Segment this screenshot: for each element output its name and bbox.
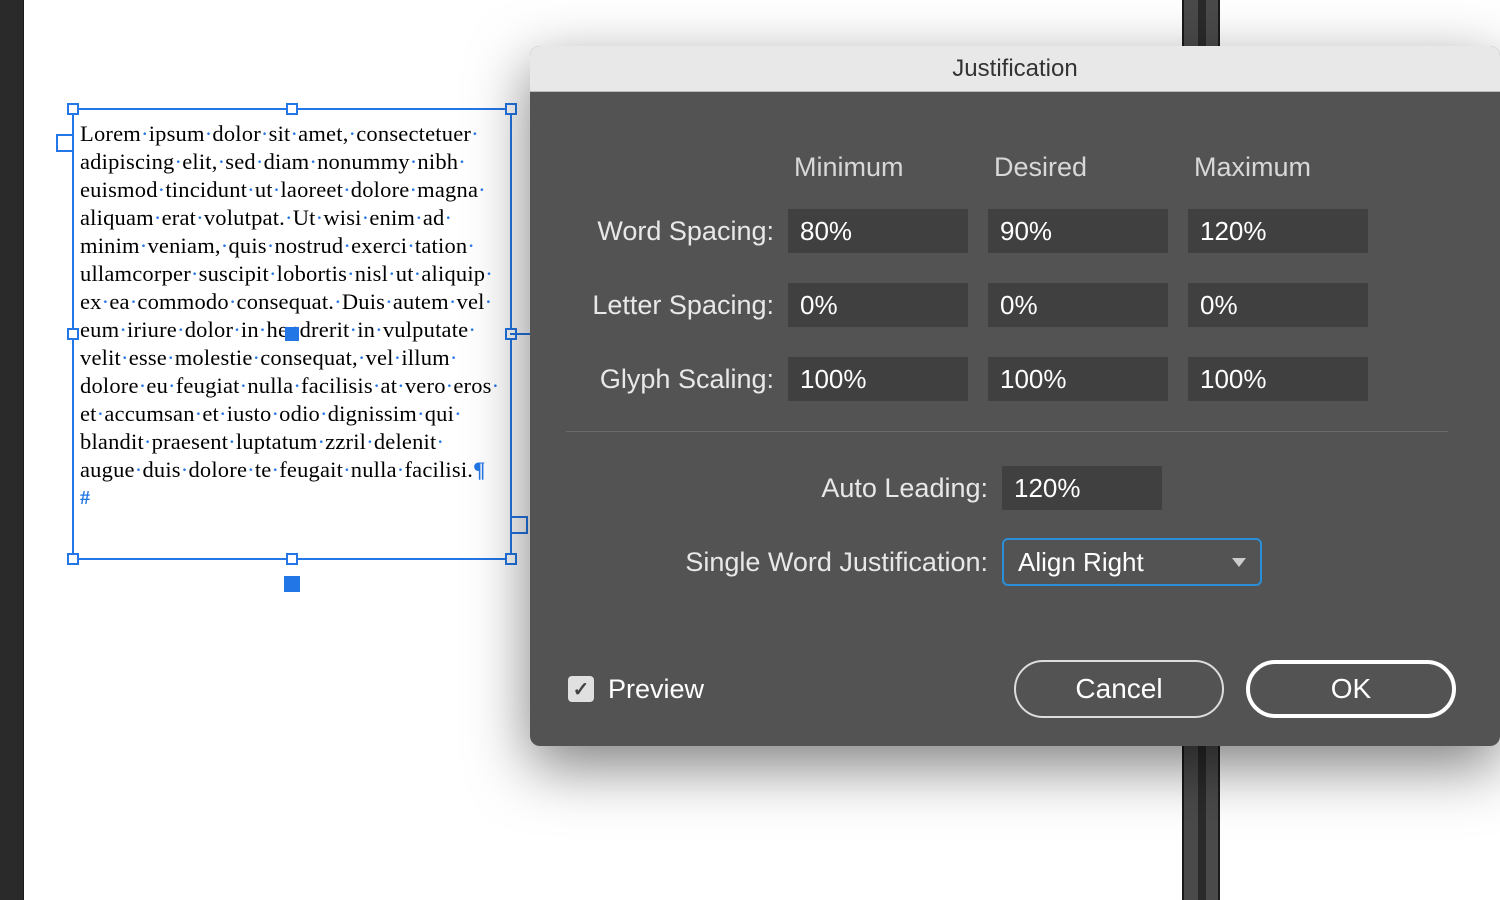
dialog-title[interactable]: Justification [530, 46, 1500, 92]
preview-checkbox[interactable]: ✓ [568, 676, 594, 702]
preview-label: Preview [608, 674, 704, 705]
frame-bottom-indicator[interactable] [284, 576, 300, 592]
letter-spacing-row: Letter Spacing: [530, 283, 1448, 327]
justification-dialog: Justification Minimum Desired Maximum Wo… [530, 46, 1500, 746]
pasteboard-left-edge [0, 0, 24, 900]
glyph-scaling-desired-input[interactable] [988, 357, 1168, 401]
resize-handle-top-middle[interactable] [286, 103, 298, 115]
auto-leading-input[interactable] [1002, 466, 1162, 510]
frame-body-text[interactable]: Lorem·ipsum·dolor·sit·amet,·consectetuer… [74, 110, 510, 514]
resize-handle-bottom-left[interactable] [67, 553, 79, 565]
divider-line [566, 431, 1448, 432]
header-maximum: Maximum [1188, 152, 1388, 183]
resize-handle-top-left[interactable] [67, 103, 79, 115]
resize-handle-middle-left[interactable] [67, 328, 79, 340]
letter-spacing-desired-input[interactable] [988, 283, 1168, 327]
selected-text-frame[interactable]: Lorem·ipsum·dolor·sit·amet,·consectetuer… [72, 108, 512, 560]
chevron-down-icon [1232, 558, 1246, 567]
single-word-value: Align Right [1018, 547, 1144, 578]
letter-spacing-max-input[interactable] [1188, 283, 1368, 327]
single-word-label: Single Word Justification: [530, 547, 1002, 578]
resize-handle-bottom-middle[interactable] [286, 553, 298, 565]
cancel-button[interactable]: Cancel [1014, 660, 1224, 718]
center-reference-point[interactable] [285, 327, 299, 341]
glyph-scaling-row: Glyph Scaling: [530, 357, 1448, 401]
word-spacing-label: Word Spacing: [530, 216, 788, 247]
word-spacing-min-input[interactable] [788, 209, 968, 253]
text-out-port[interactable] [510, 516, 528, 534]
letter-spacing-label: Letter Spacing: [530, 290, 788, 321]
letter-spacing-min-input[interactable] [788, 283, 968, 327]
header-minimum: Minimum [788, 152, 988, 183]
auto-leading-label: Auto Leading: [530, 473, 1002, 504]
glyph-scaling-max-input[interactable] [1188, 357, 1368, 401]
ok-button[interactable]: OK [1246, 660, 1456, 718]
checkmark-icon: ✓ [573, 677, 590, 702]
glyph-scaling-label: Glyph Scaling: [530, 364, 788, 395]
preview-checkbox-wrap[interactable]: ✓ Preview [568, 674, 704, 705]
resize-handle-top-right[interactable] [505, 103, 517, 115]
glyph-scaling-min-input[interactable] [788, 357, 968, 401]
text-in-port[interactable] [56, 134, 74, 152]
word-spacing-desired-input[interactable] [988, 209, 1168, 253]
single-word-row: Single Word Justification: Align Right [530, 538, 1448, 586]
resize-handle-bottom-right[interactable] [505, 553, 517, 565]
word-spacing-row: Word Spacing: [530, 209, 1448, 253]
header-desired: Desired [988, 152, 1188, 183]
single-word-select[interactable]: Align Right [1002, 538, 1262, 586]
column-headers: Minimum Desired Maximum [530, 152, 1448, 183]
word-spacing-max-input[interactable] [1188, 209, 1368, 253]
auto-leading-row: Auto Leading: [530, 466, 1448, 510]
